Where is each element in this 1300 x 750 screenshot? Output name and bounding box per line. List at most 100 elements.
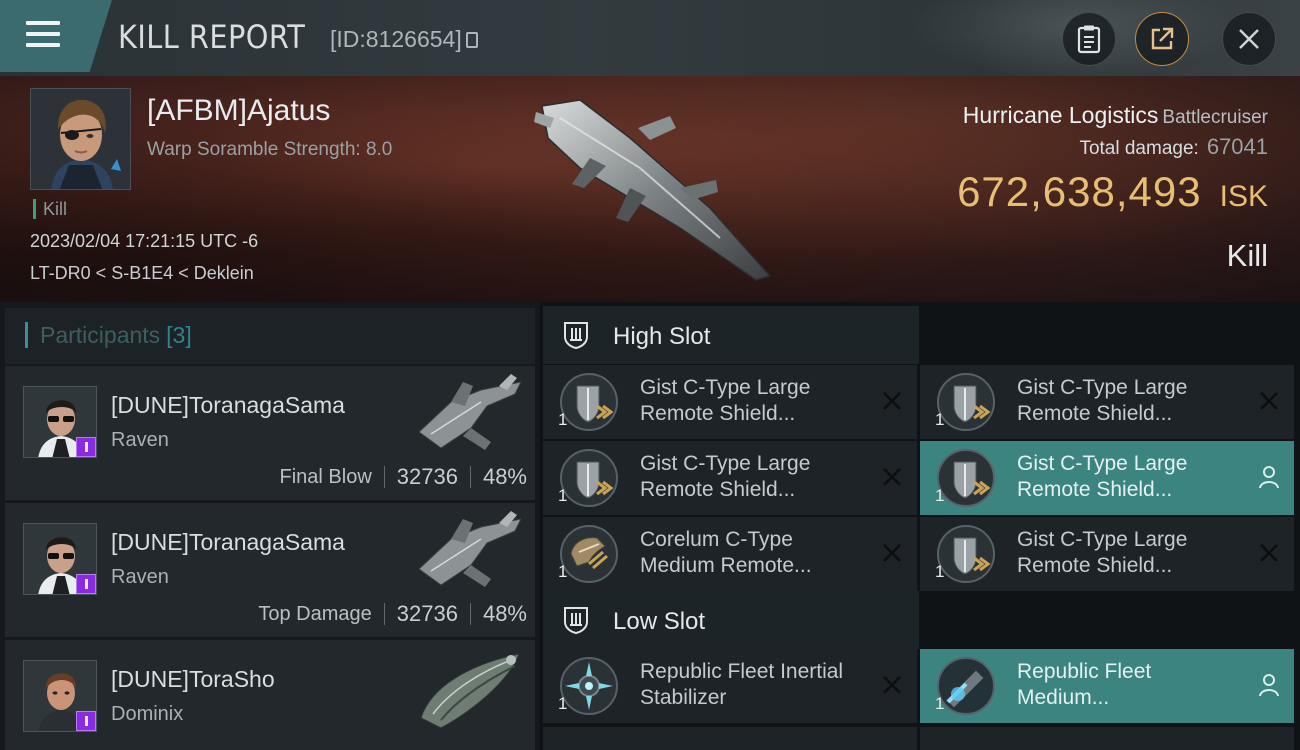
module-quantity: 1 [558,694,568,713]
dominix-ship-image[interactable] [411,646,529,732]
clipboard-button[interactable] [1062,12,1116,66]
module-item[interactable]: 1 Republic Fleet Medium... [920,649,1294,723]
destroyed-icon [1260,392,1278,410]
participant-row[interactable]: [DUNE]ToraSho Dominix [5,640,535,750]
module-item[interactable]: 1 Gist C-Type Large Remote Shield... [920,365,1294,439]
victim-name[interactable]: [AFBM]Ajatus [147,94,330,128]
participants-title: Participants [3] [25,322,192,348]
module-item[interactable] [920,727,1294,750]
victim-ship-line[interactable]: Hurricane Logistics Battlecruiser [963,102,1268,129]
module-name-line2: Medium... [1017,686,1110,709]
module-quantity: 1 [558,410,568,429]
participant-role: Top Damage [258,602,372,625]
dropped-person-icon [1259,466,1279,489]
participant-row[interactable]: [DUNE]ToranagaSama Raven Final Blow 3273… [5,366,535,500]
module-item[interactable] [543,727,917,750]
participant-stats: Top Damage 32736 48% [258,601,527,627]
destroyed-icon [883,392,901,410]
participant-avatar[interactable] [23,660,97,732]
copy-icon[interactable] [465,32,478,48]
participant-role: Final Blow [279,465,372,488]
module-quantity: 1 [935,410,945,429]
close-icon [1239,29,1259,49]
kill-location[interactable]: LT-DR0 < S-B1E4 < Deklein [30,263,254,284]
shield-booster-icon [937,525,995,583]
module-name: Republic Fleet Medium... [1017,659,1257,711]
module-item[interactable]: 1 Gist C-Type Large Remote Shield... [920,441,1294,515]
module-name-line1: Republic Fleet [1017,660,1152,683]
high-slot-header: High Slot [543,306,919,364]
victim-ship-class: Battlecruiser [1162,107,1268,128]
module-name: Republic Fleet Inertial Stabilizer [640,659,880,711]
participant-avatar[interactable] [23,523,97,595]
raven-ship-image[interactable] [411,509,529,595]
module-item[interactable]: 1 Gist C-Type Large Remote Shield... [543,441,917,515]
total-damage-label: Total damage: [1079,138,1199,159]
module-name-line2: Remote Shield... [1017,478,1173,501]
victim-ship-image[interactable] [520,88,790,288]
module-name: Corelum C-Type Medium Remote... [640,527,880,579]
module-quantity: 1 [558,486,568,505]
raven-ship-image[interactable] [411,372,529,458]
participant-ship: Raven [111,429,169,451]
module-item[interactable]: 1 Gist C-Type Large Remote Shield... [920,517,1294,591]
total-damage: Total damage: 67041 [1079,134,1268,160]
corp-badge-icon [76,711,96,731]
destroyed-icon [883,676,901,694]
module-name-line2: Remote Shield... [640,402,796,425]
module-name-line1: Gist C-Type Large [1017,452,1188,475]
menu-button[interactable] [0,0,112,72]
isk-value: 672,638,493 ISK [957,168,1268,216]
module-name: Gist C-Type Large Remote Shield... [640,375,880,427]
low-slot-icon [564,607,588,635]
module-name-line1: Gist C-Type Large [640,376,811,399]
participant-ship: Raven [111,566,169,588]
module-quantity: 1 [558,562,568,581]
kill-result: Kill [1226,238,1268,273]
module-item[interactable]: 1 Corelum C-Type Medium Remote... [543,517,917,591]
dropped-person-icon [1259,674,1279,697]
victim-ship-name: Hurricane Logistics [962,102,1159,128]
module-item[interactable]: 1 Republic Fleet Inertial Stabilizer [543,649,917,723]
module-name: Gist C-Type Large Remote Shield... [1017,451,1257,503]
destroyed-icon [883,468,901,486]
reinforcer-icon [937,657,995,715]
participant-avatar[interactable] [23,386,97,458]
module-name-line1: Corelum C-Type [640,528,793,551]
participants-label: Participants [40,322,161,348]
hamburger-icon [26,21,60,54]
low-slot-header: Low Slot [543,591,919,649]
report-id-text: [ID:8126654] [330,26,462,52]
high-slot-icon [564,322,588,350]
corp-badge-icon [76,437,96,457]
share-button[interactable] [1135,12,1189,66]
destroyed-icon [1260,544,1278,562]
module-item[interactable]: 1 Gist C-Type Large Remote Shield... [543,365,917,439]
module-quantity: 1 [935,486,945,505]
victim-banner: [AFBM]Ajatus Warp Soramble Strength: 8.0… [0,76,1300,302]
module-quantity: 1 [935,694,945,713]
isk-currency: ISK [1219,180,1268,213]
participant-name[interactable]: [DUNE]ToranagaSama [111,529,345,556]
module-name-line2: Remote Shield... [640,478,796,501]
close-button[interactable] [1222,12,1276,66]
participant-name[interactable]: [DUNE]ToranagaSama [111,392,345,419]
share-icon [1151,27,1174,50]
victim-portrait[interactable] [30,88,131,190]
total-damage-value: 67041 [1206,134,1268,159]
participant-name[interactable]: [DUNE]ToraSho [111,666,275,693]
participant-percent: 48% [482,601,527,626]
participant-stats: Final Blow 32736 48% [280,464,528,490]
armor-repairer-icon [560,525,618,583]
module-name-line1: Gist C-Type Large [1017,528,1188,551]
participant-row[interactable]: [DUNE]ToranagaSama Raven Top Damage 3273… [5,503,535,637]
participant-percent: 48% [482,464,527,489]
module-name: Gist C-Type Large Remote Shield... [1017,375,1257,427]
report-id[interactable]: [ID:8126654] [330,26,478,53]
module-name-line2: Medium Remote... [640,554,812,577]
stat-divider [469,466,471,488]
kill-datetime: 2023/02/04 17:21:15 UTC -6 [30,231,259,251]
warp-scramble-strength: Warp Soramble Strength: 8.0 [147,139,393,160]
shield-booster-icon [937,449,995,507]
destroyed-icon [883,544,901,562]
